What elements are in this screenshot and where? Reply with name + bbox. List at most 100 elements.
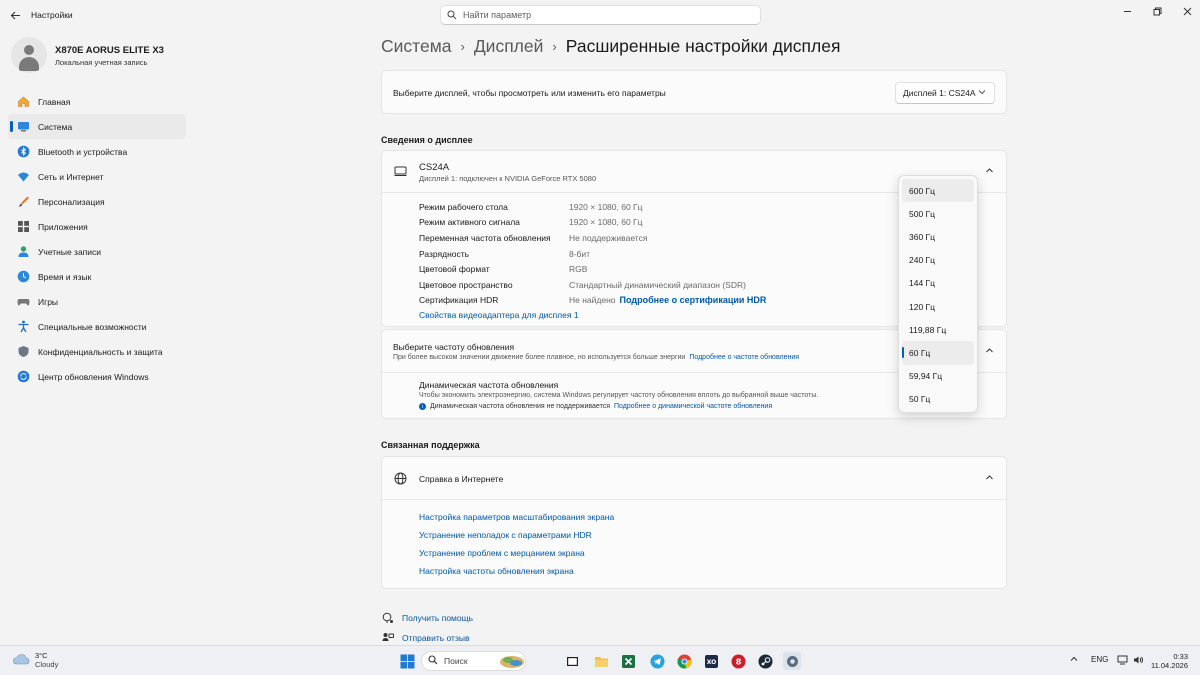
minimize-button[interactable] [1115, 4, 1139, 18]
refresh-rate-description: При более высоком значении движение боле… [393, 354, 800, 361]
sidebar-item-time-language[interactable]: Время и язык [8, 264, 186, 289]
chevron-right-icon: › [460, 39, 465, 54]
shield-icon [16, 345, 30, 359]
settings-app-icon[interactable] [783, 652, 801, 670]
breadcrumb: Система › Дисплей › Расширенные настройк… [381, 36, 840, 57]
home-icon [16, 95, 30, 109]
breadcrumb-system-link[interactable]: Система [381, 36, 451, 57]
settings-search-input[interactable]: Найти параметр [440, 5, 761, 25]
taskbar: 3°C Cloudy Поиск XO 8 ENG 0:33 11.04.202… [0, 645, 1200, 675]
language-indicator[interactable]: ENG [1091, 655, 1108, 664]
sidebar-item-system[interactable]: Система [8, 114, 186, 139]
system-icon [16, 120, 30, 134]
sidebar-item-bluetooth[interactable]: Bluetooth и устройства [8, 139, 186, 164]
svg-text:8: 8 [735, 657, 741, 666]
refresh-option[interactable]: 144 Гц [902, 272, 974, 295]
refresh-rate-learn-more-link[interactable]: Подробнее о частоте обновления [689, 354, 799, 361]
sidebar-item-gaming[interactable]: Игры [8, 289, 186, 314]
online-help-title: Справка в Интернете [419, 474, 504, 484]
help-link-refresh[interactable]: Настройка частоты обновления экрана [419, 566, 614, 584]
maximize-button[interactable] [1145, 4, 1169, 18]
accounts-icon [16, 245, 30, 259]
hdr-certification-link[interactable]: Подробнее о сертификации HDR [620, 295, 767, 305]
refresh-option[interactable]: 59,94 Гц [902, 365, 974, 388]
display-info-heading: Сведения о дисплее [381, 135, 473, 145]
app-xo-icon[interactable]: XO [702, 652, 720, 670]
cloud-icon [12, 652, 30, 668]
sidebar-item-apps[interactable]: Приложения [8, 214, 186, 239]
online-help-header[interactable]: Справка в Интернете [382, 457, 1006, 500]
sidebar-item-network[interactable]: Сеть и Интернет [8, 164, 186, 189]
refresh-option[interactable]: 600 Гц [902, 179, 974, 203]
help-link-hdr[interactable]: Устранение неполадок с параметрами HDR [419, 530, 614, 548]
sidebar-nav: Главная Система Bluetooth и устройства С… [8, 89, 186, 389]
sidebar-item-privacy[interactable]: Конфиденциальность и защита [8, 339, 186, 364]
chevron-up-icon[interactable] [985, 473, 994, 484]
task-view-icon[interactable] [563, 652, 581, 670]
footer-links: Получить помощь Отправить отзыв [381, 608, 473, 648]
network-icon[interactable] [1117, 655, 1128, 667]
weather-widget[interactable]: 3°C Cloudy [12, 651, 58, 669]
globe-clock-icon [16, 270, 30, 284]
info-icon: i [419, 403, 426, 410]
file-explorer-icon[interactable] [592, 652, 610, 670]
chevron-up-icon[interactable] [985, 346, 994, 357]
sidebar-item-windows-update[interactable]: Центр обновления Windows [8, 364, 186, 389]
dynamic-refresh-note: i Динамическая частота обновления не под… [419, 403, 772, 410]
sidebar-item-accounts[interactable]: Учетные записи [8, 239, 186, 264]
info-row: Режим активного сигнала 1920 × 1080, 60 … [419, 217, 643, 228]
refresh-rate-title: Выберите частоту обновления [393, 342, 515, 352]
refresh-option[interactable]: 360 Гц [902, 225, 974, 248]
dynamic-refresh-learn-more-link[interactable]: Подробнее о динамической частоте обновле… [614, 403, 772, 410]
title-bar: Настройки Найти параметр [0, 0, 1200, 30]
update-icon [16, 370, 30, 384]
help-link-scaling[interactable]: Настройка параметров масштабирования экр… [419, 512, 614, 530]
get-help-link[interactable]: Получить помощь [381, 608, 473, 628]
brush-icon [16, 195, 30, 209]
back-button[interactable] [8, 8, 22, 22]
sidebar-item-home[interactable]: Главная [8, 89, 186, 114]
display-select-value: Дисплей 1: CS24A [903, 88, 976, 98]
display-select-dropdown[interactable]: Дисплей 1: CS24A [895, 82, 995, 104]
page-title: Расширенные настройки дисплея [565, 36, 841, 56]
info-row: Переменная частота обновления Не поддерж… [419, 232, 648, 243]
windows-logo-icon [400, 654, 414, 668]
app-red-icon[interactable]: 8 [729, 652, 747, 670]
wifi-icon [16, 170, 30, 184]
search-icon [441, 10, 463, 20]
bluetooth-icon [16, 145, 30, 159]
telegram-icon[interactable] [648, 652, 666, 670]
sidebar-item-personalization[interactable]: Персонализация [8, 189, 186, 214]
apps-icon [16, 220, 30, 234]
refresh-option[interactable]: 50 Гц [902, 388, 974, 411]
refresh-option-selected[interactable]: 60 Гц [902, 341, 974, 365]
refresh-option[interactable]: 120 Гц [902, 295, 974, 318]
clock-date: 11.04.2026 [1151, 661, 1188, 670]
search-icon [428, 655, 438, 667]
refresh-option[interactable]: 119,88 Гц [902, 318, 974, 341]
refresh-option[interactable]: 240 Гц [902, 249, 974, 272]
restore-icon [1153, 7, 1161, 15]
chevron-down-icon [978, 88, 986, 98]
sidebar-item-accessibility[interactable]: Специальные возможности [8, 314, 186, 339]
chevron-up-icon[interactable] [1070, 655, 1078, 665]
close-button[interactable] [1175, 4, 1199, 18]
dynamic-refresh-description: Чтобы экономить электроэнергию, система … [419, 392, 819, 399]
chrome-icon[interactable] [675, 652, 693, 670]
refresh-rate-dropdown[interactable]: 600 Гц 500 Гц 360 Гц 240 Гц 144 Гц 120 Г… [898, 175, 978, 413]
volume-icon[interactable] [1133, 655, 1144, 667]
clock-time: 0:33 [1173, 652, 1188, 661]
taskbar-search[interactable]: Поиск [421, 651, 526, 671]
refresh-option[interactable]: 500 Гц [902, 202, 974, 225]
clock[interactable]: 0:33 11.04.2026 [1150, 652, 1188, 670]
monitor-connection: Дисплей 1: подключен к NVIDIA GeForce RT… [419, 174, 597, 183]
chevron-up-icon[interactable] [985, 166, 994, 177]
breadcrumb-display-link[interactable]: Дисплей [474, 36, 544, 57]
adapter-properties-link[interactable]: Свойства видеоадаптера для дисплея 1 [419, 310, 579, 320]
weather-condition: Cloudy [35, 660, 59, 669]
info-row: Цветовой формат RGB [419, 264, 588, 275]
excel-icon[interactable] [619, 652, 637, 670]
steam-icon[interactable] [756, 652, 774, 670]
help-link-flicker[interactable]: Устранение проблем с мерцанием экрана [419, 548, 614, 566]
start-button[interactable] [398, 652, 416, 670]
